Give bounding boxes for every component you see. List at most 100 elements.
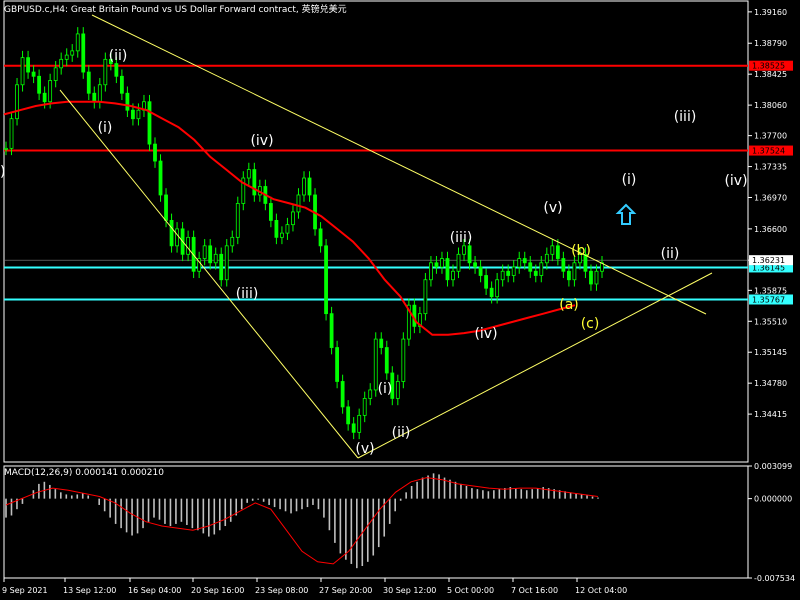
candle-body [550,245,555,255]
candle-body [103,58,108,86]
candle-body [202,245,207,259]
time-tick-label: 16 Sep 04:00 [128,586,181,595]
edge-label: ) [0,164,5,180]
time-tick-label: 30 Sep 12:00 [383,586,436,595]
candle-body [456,253,461,272]
candle-body [15,84,19,120]
candle-body [594,270,599,285]
candle-body [324,245,328,315]
candle-body [230,236,235,247]
candle-body [451,270,455,281]
candle-body [517,258,522,268]
price-tick-label: 1.35145 [754,348,787,357]
price-tick-label: 1.37335 [754,163,787,172]
candle-body [125,92,130,111]
macd-tick-label: 0.003099 [754,462,792,471]
wave-label: (b) [571,243,591,259]
candle-body [213,253,218,264]
candle-body [555,245,560,259]
candle-body [533,270,538,276]
candle-body [379,338,384,348]
candle-body [31,71,36,77]
wave-label: (v) [355,441,374,457]
macd-tick-label: 0.000000 [754,495,792,504]
price-tick-label: 1.34415 [754,410,787,419]
candle-body [158,160,163,196]
candle-body [572,262,577,281]
chart-title: GBPUSD.c,H4: Great Britain Pound vs US D… [4,5,347,15]
trendline [91,14,707,315]
candle-body [318,228,323,247]
candle-body [445,258,450,281]
time-tick-label: 7 Oct 16:00 [511,586,558,595]
wave-label: (iii) [674,109,697,125]
candle-body [92,92,97,103]
candle-body [81,33,86,73]
candle-body [246,169,251,179]
price-tick-label: 1.36600 [754,225,787,234]
price-tick-label: 1.36970 [754,194,787,203]
candle-body [495,279,500,298]
wave-label: (ii) [109,48,128,64]
up-arrow-icon [615,203,637,225]
candle-body [384,347,389,374]
candle-body [489,287,494,298]
candle-body [511,266,516,276]
candle-body [252,169,257,196]
trendline [59,89,359,459]
time-tick-label: 9 Sep 2021 [2,586,48,595]
candle-body [462,245,466,255]
candle-body [235,203,240,238]
chart-canvas[interactable]: 1.39160 1.38790 1.38425 1.38060 1.37700 1.373… [0,0,800,600]
macd-tick-label: -0.007534 [754,574,795,583]
candle-body [539,262,544,276]
time-tick-label: 27 Sep 20:00 [319,586,372,595]
wave-label: (i) [98,120,113,136]
candle-body [401,338,406,382]
wave-label: (a) [559,297,579,313]
candle-body [153,143,157,162]
candle-body [440,258,444,268]
candle-body [340,381,345,408]
candle-body [285,224,290,234]
candle-body [186,236,191,255]
wave-label: (iv) [474,326,497,342]
wave-label: (iv) [250,133,273,149]
price-tick-label: 1.35875 [754,286,787,295]
candle-body [473,262,477,268]
candle-body [561,258,566,272]
candle-body [64,54,69,60]
price-tick-label: 1.37700 [754,132,787,141]
candle-body [280,232,284,238]
candle-body [307,177,312,196]
candle-body [429,262,433,281]
candle-body [26,57,30,73]
candle-body [86,71,91,94]
candle-body [296,194,301,213]
wave-label: (c) [581,316,600,332]
price-tick-label: 1.35510 [754,317,787,326]
candle-body [395,381,400,399]
candle-body [544,253,549,264]
wave-label: (iv) [724,173,747,189]
wave-label: (iii) [236,286,259,302]
candle-body [528,262,533,272]
macd-title: MACD(12,26,9) 0.000141 0.000210 [4,468,164,478]
candle-body [119,75,124,94]
candle-body [522,258,527,264]
candle-body [357,414,362,433]
time-tick-label: 12 Oct 04:00 [575,586,627,595]
candle-body [48,80,53,103]
candle-body [362,398,367,416]
candle-body [423,279,428,315]
wave-label: (i) [378,381,393,397]
price-tick-label: 1.34780 [754,379,787,388]
candle-body [351,423,356,433]
price-tick-label: 1.38060 [754,101,787,110]
candle-body [53,67,58,81]
candle-body [506,270,511,276]
candle-body [4,147,8,150]
candle-body [114,63,119,77]
level-tag-label: 1.37524 [752,147,785,156]
candle-body [566,270,571,281]
